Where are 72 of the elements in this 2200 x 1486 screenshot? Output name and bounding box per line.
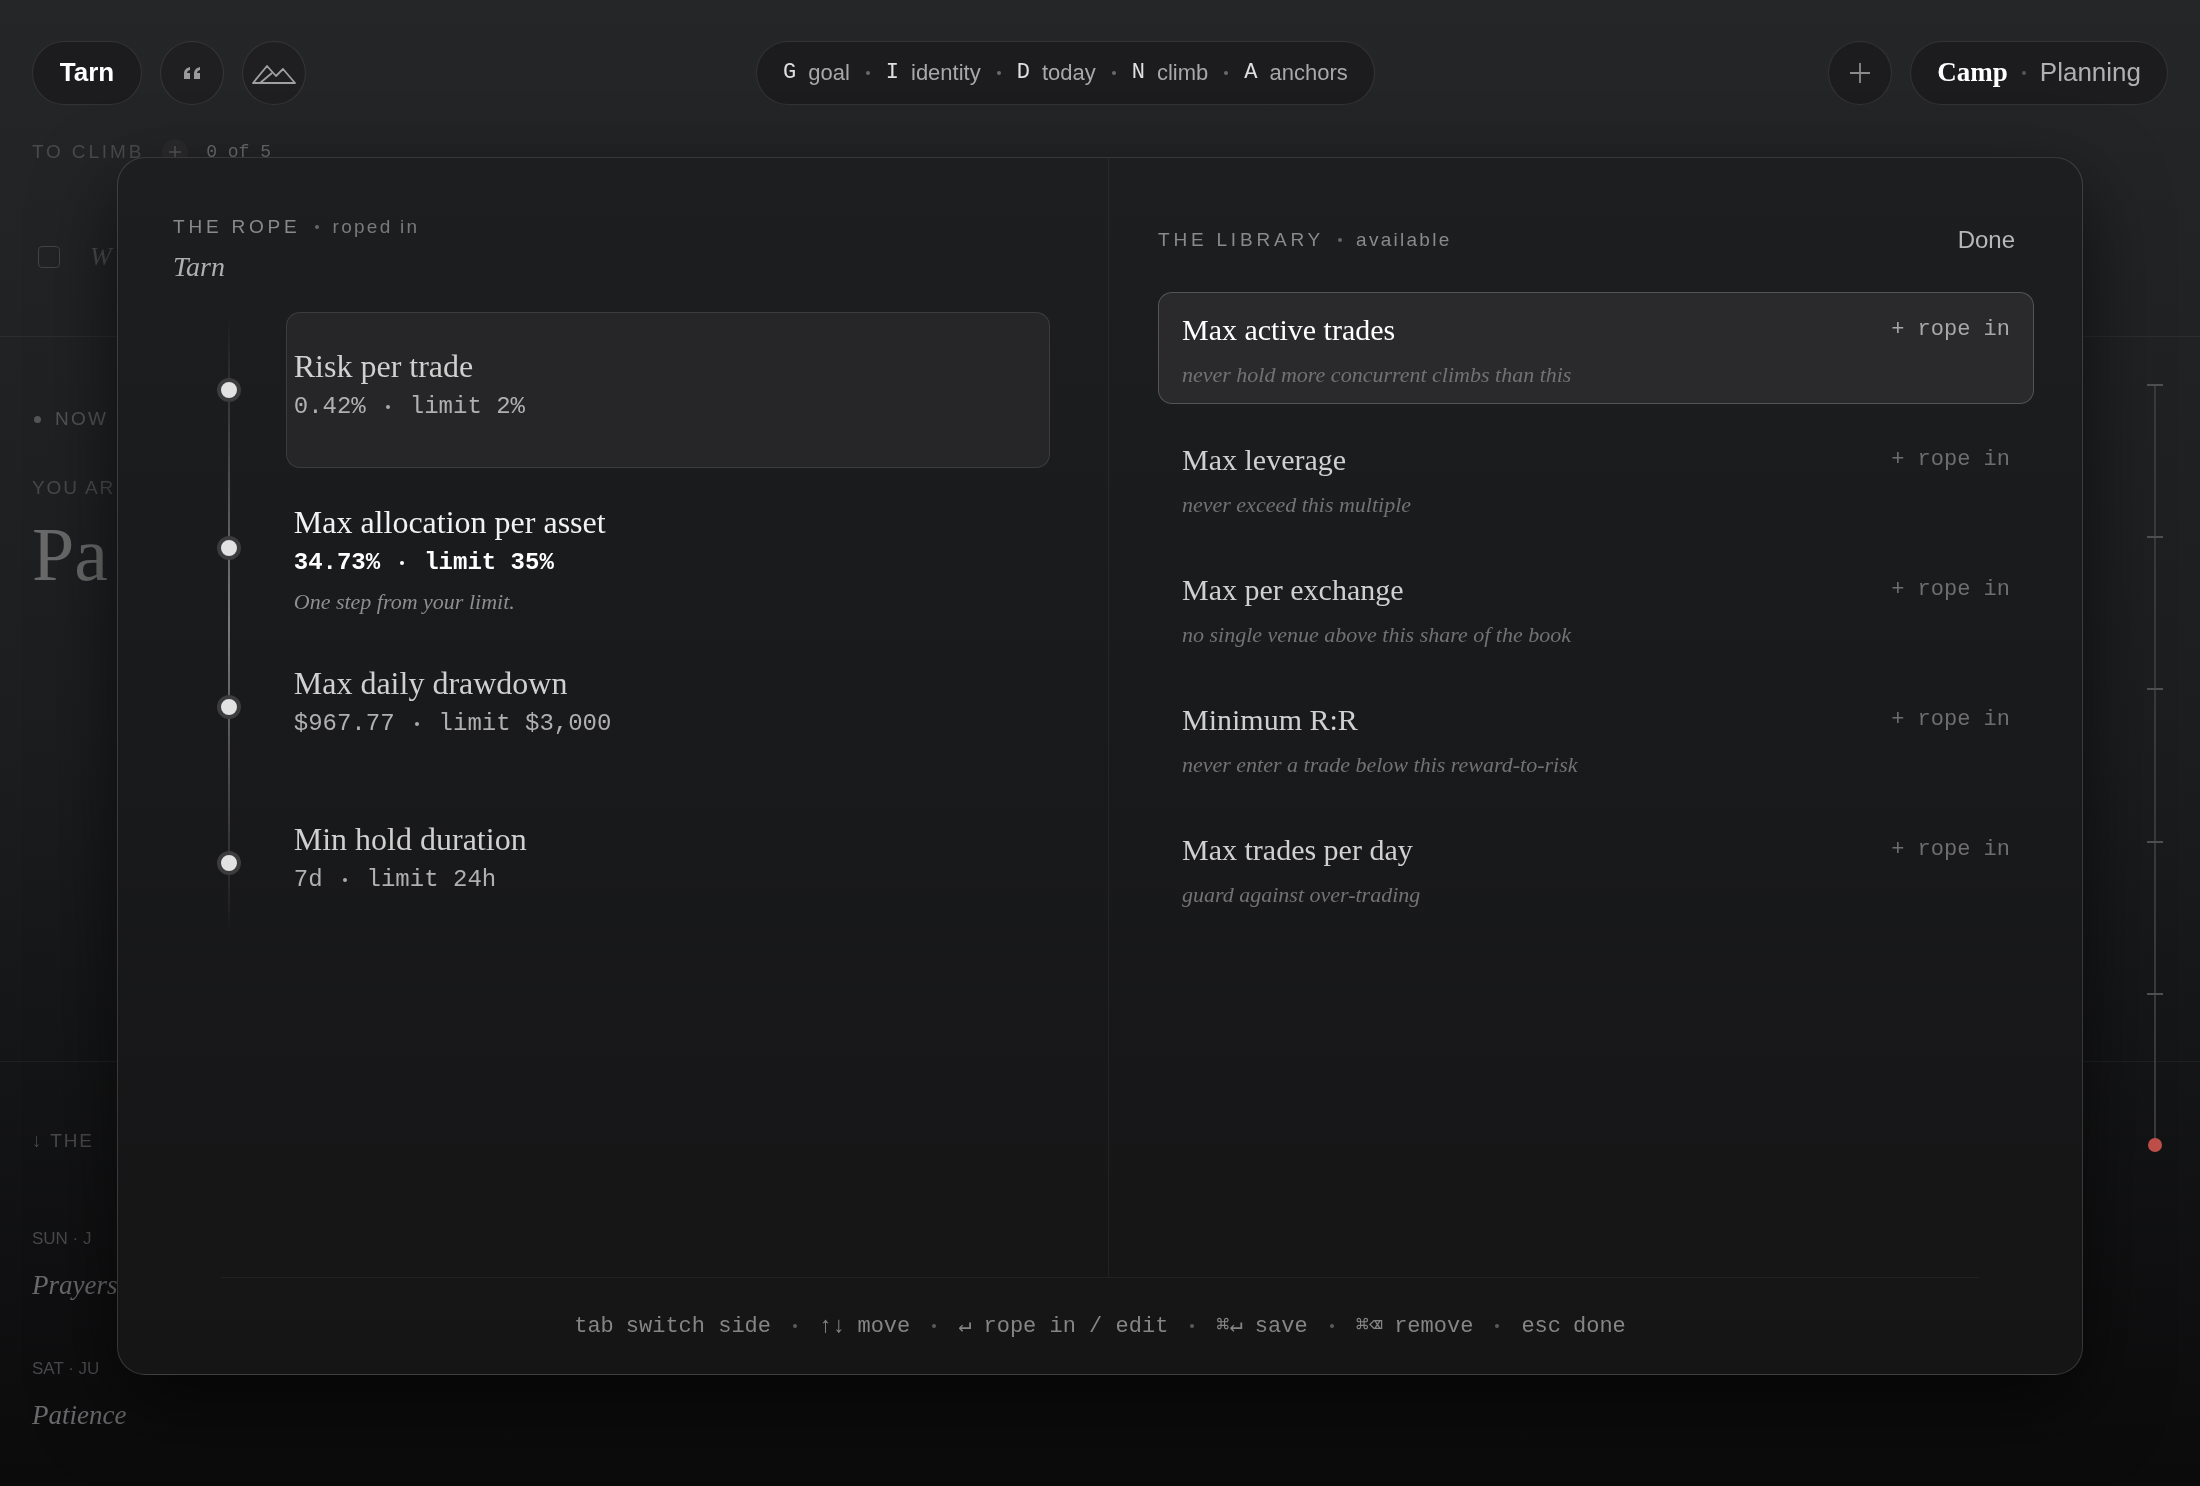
rule-card[interactable]: Min hold duration 7d limit 24h [285,784,1050,941]
library-description: never exceed this multiple [1182,491,1412,519]
rule-limit: limit 35% [424,547,554,578]
history-date: SAT · JU [32,1357,100,1380]
hint-label: save [1254,1312,1308,1341]
rope-owner: Tarn [173,249,225,284]
mode-tab[interactable]: Camp [1937,52,2008,93]
panel-heading: THE LIBRARY [1158,227,1325,252]
rule-title: Min hold duration [293,819,527,859]
library-card[interactable]: Max trades per day + rope in guard against over-trading [1158,812,2034,924]
library-card[interactable]: Minimum R:R + rope in never enter a trade below this reward-to-risk [1158,682,2034,794]
library-title: Max leverage [1182,442,1347,478]
plus-icon [169,146,182,158]
hint-key: ↵ [958,1309,972,1343]
shortcut-link[interactable]: G goal [783,56,850,89]
rope-knot [216,850,241,875]
rule-limit: limit 2% [409,391,525,422]
panel-status: roped in [332,215,420,239]
rope-knot [216,377,241,402]
library-description: never hold more concurrent climbs than this [1182,361,1572,389]
hint-key: ⌘↵ [1216,1309,1243,1343]
library-card[interactable]: Max active trades + rope in never hold more concurrent climbs than this [1158,292,2034,404]
library-description: no single venue above this share of the book [1182,621,1571,649]
rule-title: Max allocation per asset [293,502,606,541]
shortcut-link[interactable]: N climb [1131,56,1209,89]
hint-label: done [1573,1312,1626,1341]
library-title: Max trades per day [1182,832,1413,868]
library-card[interactable]: Max leverage + rope in never exceed this multiple [1158,422,2034,534]
rope-knot [216,694,241,719]
plus-icon [1849,61,1872,84]
hint-key: ⌘⌫ [1355,1309,1383,1343]
library-description: guard against over-trading [1182,881,1421,909]
task-checkbox[interactable] [38,245,60,268]
rule-value: 0.42% [293,391,366,422]
rule-value: 7d [293,865,323,896]
current-title: Pa [32,516,108,592]
rule-title: Risk per trade [293,346,474,385]
hint-label: move [857,1312,911,1341]
shortcut-link[interactable]: I identity [885,56,981,89]
rule-limit: limit 24h [366,865,497,896]
library-title: Max per exchange [1182,572,1404,608]
history-title: Prayers [32,1269,118,1302]
library-card[interactable]: Max per exchange + rope in no single venue above this share of the book [1158,552,2034,664]
rule-card[interactable]: Max daily drawdown $967.77 limit $3,000 [285,628,1050,785]
library-title: Minimum R:R [1182,702,1358,738]
hint-label: rope in / edit [983,1312,1169,1341]
rule-value: 34.73% [293,547,381,578]
rule-card[interactable]: Risk per trade 0.42% limit 2% [285,311,1050,468]
rule-card[interactable]: Max allocation per asset 34.73% limit 35% One step from your limit. [285,467,1050,629]
rule-title: Max daily drawdown [293,663,568,703]
rule-value: $967.77 [293,709,395,740]
hint-key: esc [1521,1309,1561,1343]
rope-knot [216,536,241,561]
hint-label: remove [1394,1312,1474,1341]
task-count: 0 of 5 [206,140,271,164]
mode-tab[interactable]: Planning [2039,53,2141,92]
hint-label: switch side [625,1312,772,1341]
rule-limit: limit $3,000 [438,709,612,740]
shortcut-link[interactable]: D today [1016,56,1096,89]
rule-note: One step from your limit. [293,587,515,616]
library-description: never enter a trade below this reward-to-risk [1182,751,1578,779]
rope-in-link[interactable]: + rope in [1891,313,2010,346]
library-title: Max active trades [1182,312,1396,348]
history-title: Patience [32,1399,127,1432]
shortcut-link[interactable]: A anchors [1244,56,1348,89]
panel-status: available [1356,227,1452,252]
done-button[interactable]: Done [1957,222,2015,258]
quote-icon [183,65,201,80]
brand-button[interactable]: Tarn [32,40,142,105]
panel-heading: THE ROPE [173,215,301,239]
hint-key: ↑↓ [819,1309,846,1343]
hint-key: tab [574,1309,614,1343]
